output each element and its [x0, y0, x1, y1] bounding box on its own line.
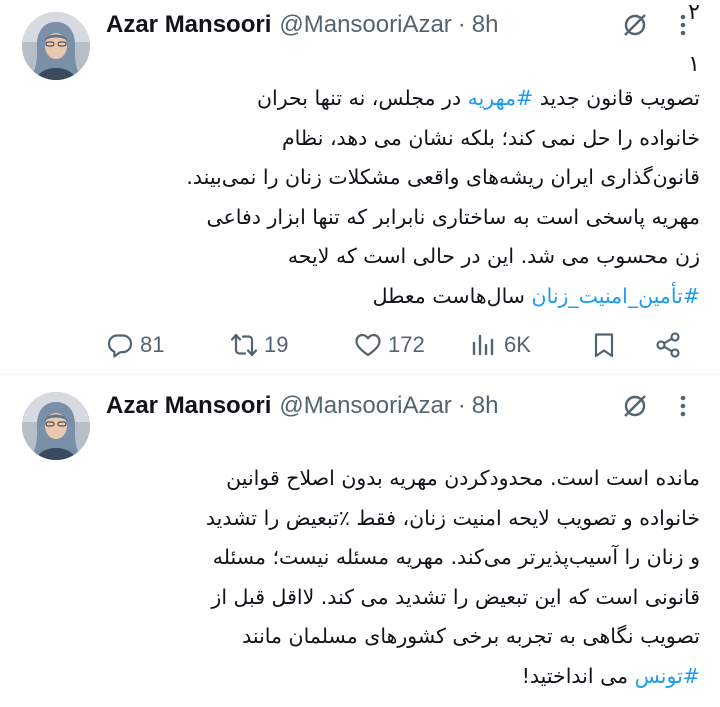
separator-dot: ·: [457, 11, 466, 38]
tweet-text-line: تصویب نگاهی به تجربه برخی کشورهای مسلمان…: [106, 617, 700, 657]
tweet-text-line: زن محسوب می شد. این در حالی است که لایحه: [106, 237, 700, 277]
timestamp[interactable]: 8h: [472, 392, 499, 420]
share-button[interactable]: [654, 328, 682, 362]
share-icon: [656, 332, 680, 358]
text-span: قانون‌گذاری ایران ریشه‌های واقعی مشکلات …: [186, 165, 700, 189]
avatar[interactable]: [22, 392, 90, 460]
text-span: قانونی است که این تبعیض را تشدید می کند.…: [211, 584, 700, 609]
timestamp[interactable]: 8h: [472, 11, 499, 39]
text-span: در مجلس، نه تنها بحران: [256, 86, 468, 110]
grok-icon[interactable]: [622, 393, 648, 419]
bookmark-button[interactable]: [590, 328, 618, 362]
author-name[interactable]: Azar Mansoori: [106, 392, 271, 420]
hashtag-link[interactable]: #تأمین_امنیت_زنان: [532, 284, 700, 308]
heart-icon: [355, 333, 381, 357]
action-bar: 81 19 172 6K: [106, 328, 700, 362]
tweet-text-line: خانواده و تصویب لایحه امنیت زنان، فقط ٪ت…: [106, 499, 700, 539]
tweet[interactable]: Azar Mansoori @MansooriAzar · 8h ۱ تصویب…: [0, 0, 720, 374]
thread-number: ۱: [688, 52, 700, 77]
text-span: سال‌هاست معطل: [372, 283, 532, 308]
author-name[interactable]: Azar Mansoori: [106, 11, 271, 39]
thread-number: ۲: [688, 0, 700, 25]
like-count: 172: [388, 332, 425, 357]
like-button[interactable]: 172: [354, 328, 425, 362]
retweet-count: 19: [264, 332, 289, 357]
tweet-text-line: قانون‌گذاری ایران ریشه‌های واقعی مشکلات …: [106, 158, 700, 198]
tweet-text-line: مهریه پاسخی است به ساختاری نابرابر که تن…: [106, 198, 700, 238]
tweet-text-line: قانونی است که این تبعیض را تشدید می کند.…: [106, 578, 700, 618]
retweet-button[interactable]: 19: [230, 328, 288, 362]
text-span: خانواده را حل نمی کند؛ بلکه نشان می دهد،…: [281, 125, 700, 150]
views-icon: [472, 334, 494, 356]
reply-count: 81: [140, 332, 165, 357]
hashtag-link[interactable]: #مهریه: [468, 86, 534, 110]
tweet-text-line: مانده است است. محدودکردن مهریه بدون اصلا…: [106, 459, 700, 499]
tweet-text-line: #تأمین_امنیت_زنان سال‌هاست معطل: [106, 277, 700, 317]
text-span: تصویب نگاهی به تجربه برخی کشورهای مسلمان…: [242, 624, 700, 648]
avatar[interactable]: [22, 12, 90, 80]
hashtag-link[interactable]: #تونس: [635, 664, 700, 688]
text-span: مانده است است. محدودکردن مهریه بدون اصلا…: [226, 466, 700, 490]
author-handle[interactable]: @MansooriAzar: [279, 392, 451, 420]
tweet-header: Azar Mansoori @MansooriAzar · 8h: [106, 391, 700, 421]
tweet-header: Azar Mansoori @MansooriAzar · 8h: [106, 10, 700, 40]
tweet-text-line: تصویب قانون جدید #مهریه در مجلس، نه تنها…: [106, 79, 700, 119]
tweet-text: تصویب قانون جدید #مهریه در مجلس، نه تنها…: [106, 79, 700, 316]
reply-button[interactable]: 81: [106, 328, 164, 362]
tweet[interactable]: Azar Mansoori @MansooriAzar · 8h مانده ا…: [0, 375, 720, 707]
tweet-text-line: خانواده را حل نمی کند؛ بلکه نشان می دهد،…: [106, 119, 700, 159]
text-span: تصویب قانون جدید: [533, 86, 700, 110]
tweet-text-line: #تونس می انداختید!: [106, 657, 700, 697]
text-span: می انداختید!: [521, 663, 635, 688]
reply-icon: [107, 334, 133, 358]
grok-icon[interactable]: [622, 12, 648, 38]
views-count: 6K: [504, 332, 531, 357]
tweet-text-line: و زنان را آسیب‌پذیرتر می‌کند. مهریه مسئل…: [106, 538, 700, 578]
tweet-text: مانده است است. محدودکردن مهریه بدون اصلا…: [106, 459, 700, 696]
more-icon[interactable]: [670, 393, 696, 419]
text-span: مهریه پاسخی است به ساختاری نابرابر که تن…: [206, 204, 700, 229]
views-button[interactable]: 6K: [470, 328, 531, 362]
text-span: زن محسوب می شد. این در حالی است که لایحه: [287, 244, 700, 268]
text-span: خانواده و تصویب لایحه امنیت زنان، فقط ٪ت…: [205, 505, 700, 530]
separator-dot: ·: [457, 392, 466, 419]
bookmark-icon: [594, 333, 614, 358]
author-handle[interactable]: @MansooriAzar: [279, 11, 451, 39]
text-span: و زنان را آسیب‌پذیرتر می‌کند. مهریه مسئل…: [212, 545, 700, 569]
retweet-icon: [230, 333, 258, 357]
